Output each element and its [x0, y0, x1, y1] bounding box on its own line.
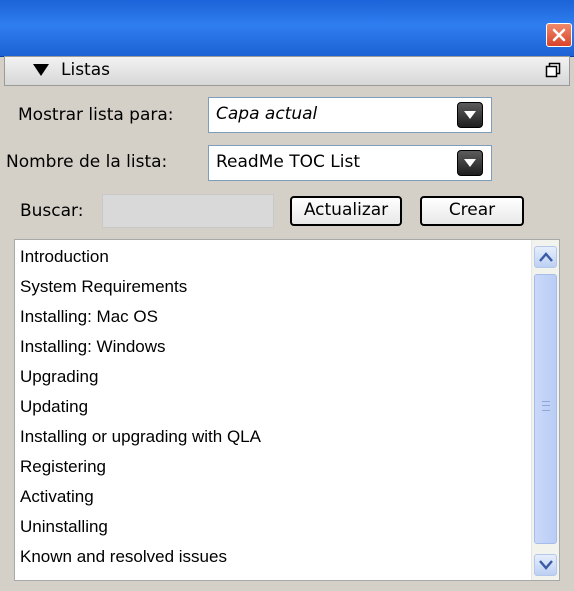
list-item[interactable]: Activating: [20, 487, 94, 507]
search-input[interactable]: [102, 194, 274, 228]
create-button[interactable]: Crear: [420, 196, 524, 226]
list-name-select[interactable]: ReadMe TOC List: [208, 145, 492, 181]
list-item[interactable]: Installing: Windows: [20, 337, 166, 357]
show-list-for-label: Mostrar lista para:: [18, 105, 174, 125]
show-list-for-value: Capa actual: [216, 104, 318, 124]
list-item[interactable]: Updating: [20, 397, 88, 417]
list-item[interactable]: Uninstalling: [20, 517, 108, 537]
scroll-down-button[interactable]: [534, 554, 557, 576]
close-icon: [552, 28, 566, 42]
chevron-down-icon: [464, 159, 476, 167]
grip-icon: [542, 401, 550, 411]
list-item[interactable]: Known and resolved issues: [20, 547, 227, 567]
show-list-for-select[interactable]: Capa actual: [208, 97, 492, 133]
list-name-value: ReadMe TOC List: [216, 152, 361, 172]
toc-list[interactable]: Introduction System Requirements Install…: [14, 239, 560, 581]
lists-palette: Listas Mostrar lista para: Capa actual N…: [0, 0, 574, 591]
list-item[interactable]: Installing or upgrading with QLA: [20, 427, 261, 447]
palette-title: Listas: [61, 60, 110, 80]
palette-header[interactable]: Listas: [4, 56, 570, 86]
close-button[interactable]: [546, 23, 572, 47]
scroll-up-button[interactable]: [534, 246, 557, 268]
list-item[interactable]: Registering: [20, 457, 106, 477]
palette-menu-icon[interactable]: [545, 62, 561, 78]
update-button[interactable]: Actualizar: [290, 196, 402, 226]
list-item[interactable]: System Requirements: [20, 277, 187, 297]
list-item[interactable]: Introduction: [20, 247, 109, 267]
dropdown-arrow-button[interactable]: [457, 150, 483, 176]
chevron-up-icon: [539, 252, 553, 262]
chevron-down-icon: [464, 111, 476, 119]
scrollbar-thumb[interactable]: [534, 274, 557, 544]
list-item[interactable]: Installing: Mac OS: [20, 307, 158, 327]
dropdown-arrow-button[interactable]: [457, 102, 483, 128]
search-label: Buscar:: [20, 201, 84, 221]
triangle-down-icon[interactable]: [33, 64, 49, 76]
window-titlebar[interactable]: [0, 0, 574, 57]
vertical-scrollbar[interactable]: [531, 240, 559, 580]
list-item[interactable]: Upgrading: [20, 367, 98, 387]
list-name-label: Nombre de la lista:: [6, 152, 168, 172]
chevron-down-icon: [539, 560, 553, 570]
